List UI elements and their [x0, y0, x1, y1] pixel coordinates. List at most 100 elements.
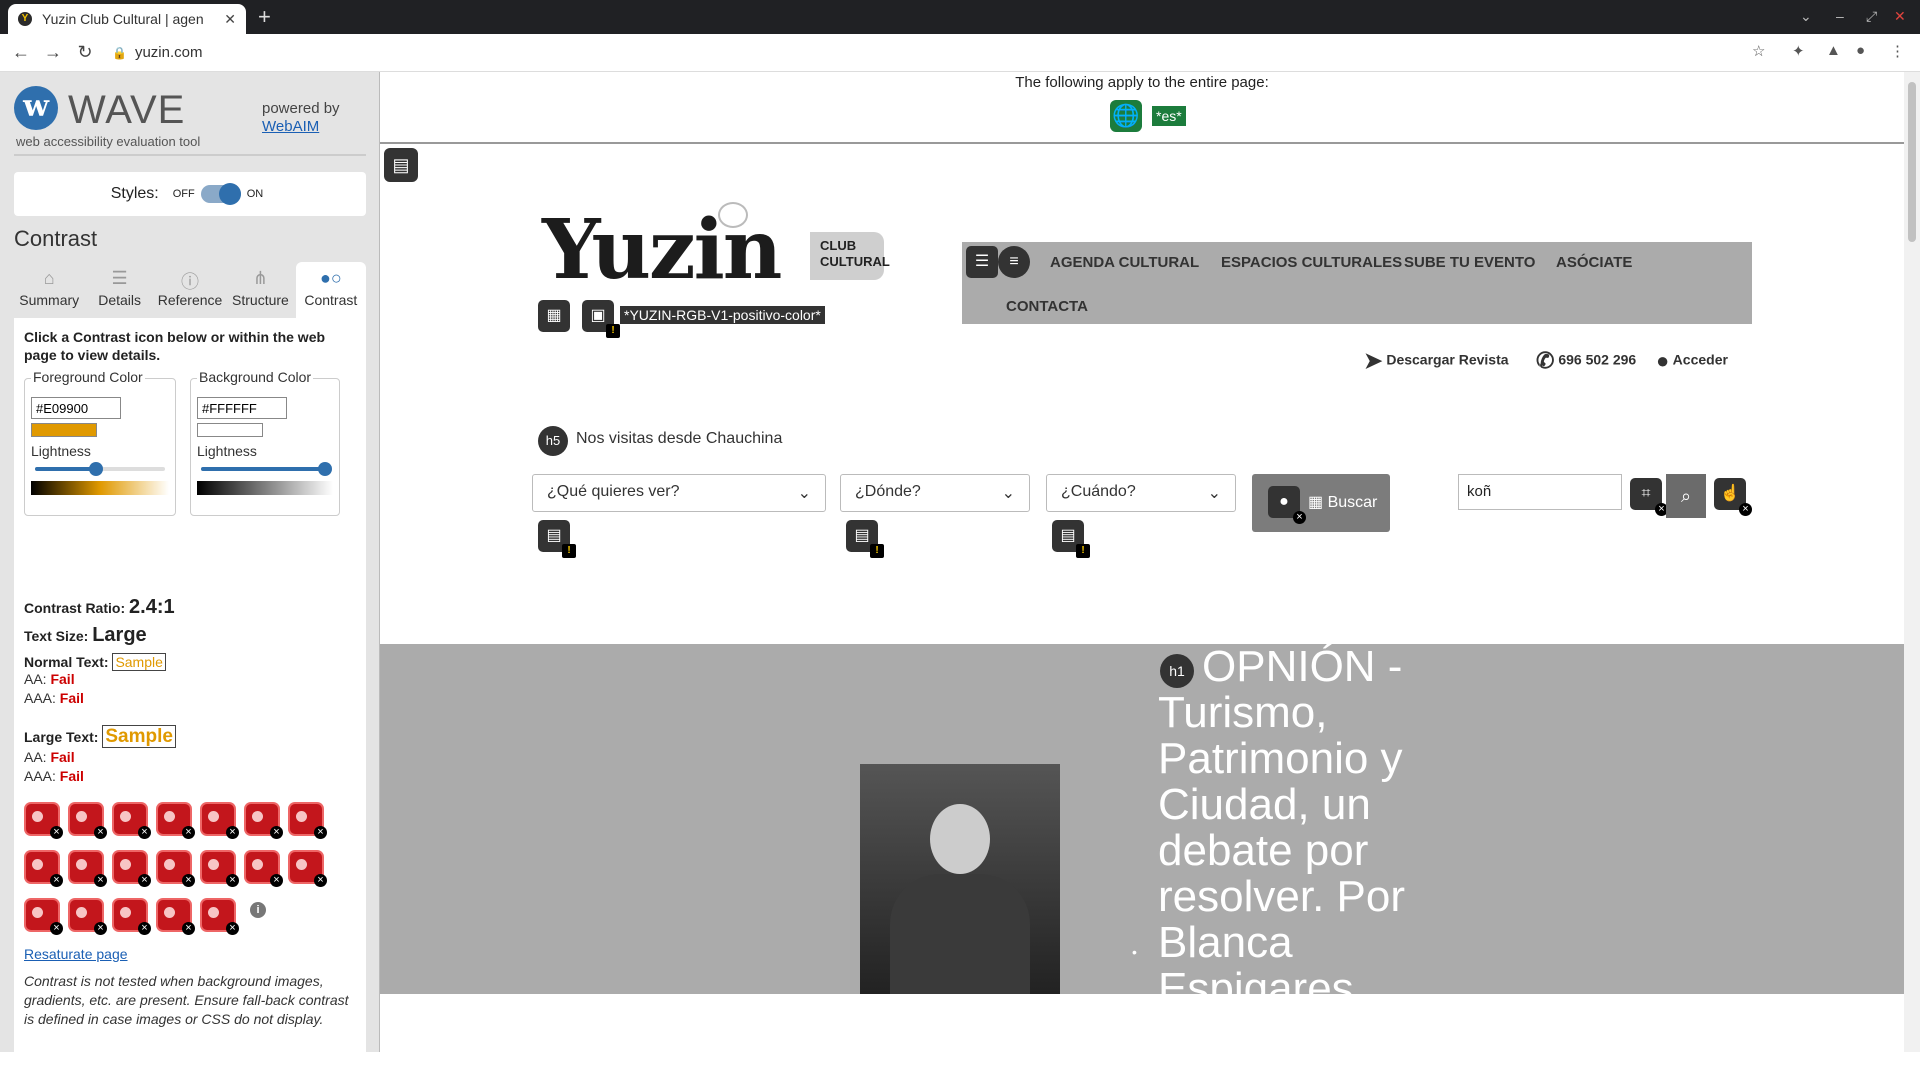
contrast-error-icon[interactable]: ●	[1268, 486, 1306, 524]
close-tab-icon[interactable]: ✕	[224, 11, 236, 28]
contrast-error-icon[interactable]	[70, 804, 107, 839]
cuando-select[interactable]: ¿Cuándo? ⌄	[1046, 474, 1236, 512]
contrast-error-icon[interactable]	[202, 852, 239, 887]
descargar-revista-link[interactable]: ➤ Descargar Revista	[1364, 348, 1509, 374]
document-icon[interactable]: ▤	[384, 148, 418, 182]
contrast-error-icon[interactable]	[202, 804, 239, 839]
nav-espacios-culturales[interactable]: ESPACIOS CULTURALES	[1221, 254, 1402, 271]
styles-toggle[interactable]	[200, 183, 241, 205]
divider	[14, 154, 366, 156]
club-cultural-badge: CLUB CULTURAL	[810, 232, 890, 280]
language-tag: *es*	[1152, 106, 1186, 126]
bookmark-star-icon[interactable]: ☆	[1752, 42, 1765, 60]
language-globe-icon[interactable]: 🌐	[1110, 100, 1142, 132]
home-icon: ⌂	[43, 268, 55, 288]
button-error-icon[interactable]: ☝	[1714, 478, 1752, 516]
buscar-button[interactable]: ● ▦ Buscar	[1252, 474, 1390, 532]
nav-contacta[interactable]: CONTACTA	[1006, 298, 1088, 315]
search-input[interactable]: koñ	[1458, 474, 1622, 510]
phone-label: 696 502 296	[1558, 351, 1637, 368]
tab-contrast[interactable]: ●○ Contrast	[295, 262, 367, 318]
tab-summary[interactable]: ⌂ Summary	[14, 262, 85, 318]
phone-link[interactable]: ✆ 696 502 296	[1536, 348, 1636, 374]
profile-icon[interactable]: ●	[1856, 42, 1865, 59]
back-icon[interactable]: ←	[10, 42, 32, 63]
extensions-icon[interactable]: ✦	[1792, 42, 1805, 60]
foreground-hex-input[interactable]	[31, 397, 121, 419]
contrast-error-icon[interactable]	[26, 804, 63, 839]
forward-icon[interactable]: →	[42, 42, 64, 63]
user-icon: ●	[1656, 348, 1670, 373]
browser-tab[interactable]: Y Yuzin Club Cultural | agen ✕	[8, 4, 246, 34]
contrast-error-icon[interactable]	[26, 852, 63, 887]
normal-text-result: Normal Text: Sample AA: Fail AAA: Fail	[24, 653, 166, 708]
linked-image-icon[interactable]: ▦	[538, 300, 570, 332]
background-lightness-label: Lightness	[197, 443, 257, 459]
contrast-error-icon[interactable]	[158, 804, 195, 839]
contrast-error-icon[interactable]	[158, 900, 195, 935]
list-icon[interactable]: ≡	[998, 246, 1030, 278]
normal-aaa-label: AAA:	[24, 690, 56, 706]
contrast-error-icon[interactable]	[26, 900, 63, 935]
contrast-error-icon[interactable]	[70, 852, 107, 887]
tab-search-icon[interactable]: ⌄	[1800, 8, 1812, 25]
nav-agenda-cultural[interactable]: AGENDA CULTURAL	[1050, 254, 1199, 271]
minimize-icon[interactable]: –	[1836, 8, 1844, 24]
maximize-icon[interactable]: ⤢	[1866, 8, 1877, 25]
contrast-error-icon[interactable]	[158, 852, 195, 887]
hero-title[interactable]: OPNIÓN - Turismo, Patrimonio y Ciudad, u…	[1158, 644, 1458, 994]
foreground-lightness-slider[interactable]	[35, 461, 165, 477]
nav-asociate[interactable]: ASÓCIATE	[1556, 254, 1632, 271]
lab-icon[interactable]: ▲	[1826, 42, 1841, 59]
author-photo[interactable]	[860, 764, 1060, 994]
foreground-swatch	[31, 423, 97, 437]
resaturate-link[interactable]: Resaturate page	[24, 946, 128, 962]
acceder-link[interactable]: ● Acceder	[1656, 348, 1728, 374]
select-label-warning-icon[interactable]: ▤	[538, 520, 576, 558]
contrast-error-icon[interactable]	[246, 852, 283, 887]
nav-sube-tu-evento[interactable]: SUBE TU EVENTO	[1404, 254, 1535, 271]
contrast-error-icon[interactable]	[114, 900, 151, 935]
close-window-icon[interactable]: ✕	[1894, 8, 1906, 25]
tab-structure[interactable]: ⋔ Structure	[225, 262, 296, 318]
background-hex-input[interactable]	[197, 397, 287, 419]
select-label-warning-icon[interactable]: ▤	[846, 520, 884, 558]
nav-landmark-icon[interactable]: ☰	[966, 246, 998, 278]
tag-error-icon[interactable]: ⌗	[1630, 478, 1668, 516]
background-lightness-slider[interactable]	[201, 461, 333, 477]
lock-icon[interactable]: 🔒	[112, 46, 127, 60]
image-alt-warning-icon[interactable]: ▣	[582, 300, 620, 338]
url-field[interactable]: yuzin.com	[135, 44, 203, 61]
h1-heading-icon[interactable]: h1	[1160, 654, 1194, 688]
new-tab-button[interactable]: +	[258, 6, 271, 28]
alt-text-label: *YUZIN-RGB-V1-positivo-color*	[620, 306, 825, 324]
contrast-error-icon[interactable]	[114, 804, 151, 839]
webaim-link[interactable]: WebAIM	[262, 118, 319, 135]
que-quieres-ver-select[interactable]: ¿Qué quieres ver? ⌄	[532, 474, 826, 512]
info-icon[interactable]: i	[250, 902, 266, 918]
tab-contrast-label: Contrast	[304, 292, 358, 308]
background-color-box: Background Color Lightness	[190, 369, 340, 516]
yuzin-logo[interactable]: Yuzin	[542, 202, 782, 298]
tab-title: Yuzin Club Cultural | agen	[42, 11, 204, 27]
foreground-gradient	[31, 481, 169, 495]
contrast-error-icon[interactable]	[290, 852, 327, 887]
contrast-error-icon[interactable]	[114, 852, 151, 887]
list-icon: ☰	[111, 268, 128, 288]
scrollbar-thumb[interactable]	[1908, 82, 1916, 242]
contrast-error-icon[interactable]	[70, 900, 107, 935]
reload-icon[interactable]: ↻	[74, 42, 96, 63]
tab-details[interactable]: ☰ Details	[84, 262, 155, 318]
styles-off-label: OFF	[172, 188, 195, 200]
donde-select[interactable]: ¿Dónde? ⌄	[840, 474, 1030, 512]
contrast-error-icon[interactable]	[202, 900, 239, 935]
menu-dots-icon[interactable]: ⋮	[1890, 42, 1905, 60]
page-scrollbar[interactable]	[1904, 72, 1920, 1052]
tab-reference[interactable]: ⓘ Reference	[154, 262, 226, 318]
hero-title-text: OPNIÓN - Turismo, Patrimonio y Ciudad, u…	[1158, 644, 1405, 994]
search-button[interactable]: ⌕	[1666, 474, 1706, 518]
select-label-warning-icon[interactable]: ▤	[1052, 520, 1090, 558]
h5-heading-icon[interactable]: h5	[538, 426, 568, 456]
contrast-error-icon[interactable]	[246, 804, 283, 839]
contrast-error-icon[interactable]	[290, 804, 327, 839]
